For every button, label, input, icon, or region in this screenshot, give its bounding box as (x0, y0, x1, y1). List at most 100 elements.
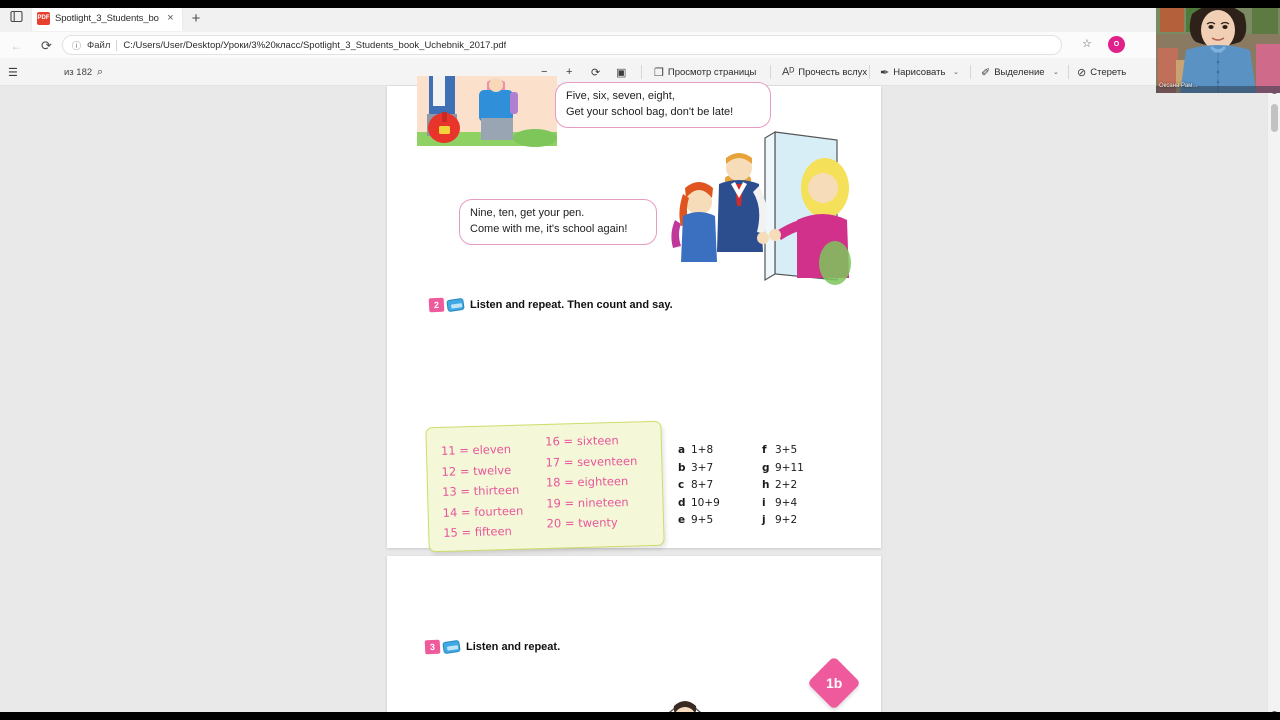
sum-letter: h (762, 479, 770, 492)
sum-value: 9+5 (691, 514, 714, 527)
sum-value: 2+2 (775, 479, 798, 492)
sum-row: i 9+4 (762, 495, 804, 513)
exercise-number: 2 (428, 297, 445, 313)
webcam-video-tile[interactable]: Оксана Рам... (1156, 0, 1280, 93)
divider (641, 65, 642, 79)
page-view-button[interactable]: ❐ Просмотр страницы (654, 62, 756, 82)
draw-options-button[interactable]: ⌄ (953, 62, 959, 82)
search-icon: ⌕ (97, 65, 104, 78)
toggle-sidebar-button[interactable]: ☰ (8, 62, 18, 82)
divider (116, 39, 118, 51)
page-view-icon: ❐ (654, 66, 664, 79)
address-bar[interactable]: ⓘ Файл C:/Users/User/Desktop/Уроки/3%20к… (62, 35, 1062, 55)
bubble-1-line-2: Get your school bag, don't be late! (566, 105, 734, 118)
exercise-2-header: 2 Listen and repeat. Then count and say. (428, 297, 673, 313)
fit-page-button[interactable]: ▣ (616, 62, 626, 82)
sums-column-right: f 3+5 g 9+11 h 2+2 i 9+4 j 9+2 (762, 442, 804, 530)
numbers-column-right: 16 = sixteen 17 = seventeen 18 = eightee… (545, 430, 639, 534)
number-word: 11 = eleven (440, 441, 512, 458)
highlight-label: Выделение (994, 66, 1045, 78)
rotate-button[interactable]: ⟳ (591, 62, 600, 82)
speech-bubble-2: Nine, ten, get your pen. Come with me, i… (459, 199, 657, 245)
navigation-bar: ← ⟳ ⓘ Файл C:/Users/User/Desktop/Уроки/3… (0, 32, 1280, 58)
sum-row: b 3+7 (678, 460, 720, 478)
number-word: 17 = seventeen (545, 453, 638, 469)
profile-avatar[interactable]: O (1108, 36, 1125, 53)
vertical-scrollbar[interactable]: ▲ ▼ (1267, 86, 1280, 720)
exercise-number: 3 (424, 639, 441, 655)
pdf-viewer[interactable]: Five, six, seven, eight, Get your school… (0, 76, 1280, 720)
zoom-in-button[interactable]: + (566, 62, 572, 82)
info-icon: ⓘ (72, 40, 82, 51)
number-word: 12 = twelve (441, 462, 512, 479)
sum-row: c 8+7 (678, 477, 720, 495)
read-aloud-label: Прочесть вслух (798, 66, 868, 78)
chevron-down-icon: ⌄ (1053, 69, 1059, 76)
read-aloud-icon: Aᴰ (782, 66, 795, 78)
draw-label: Нарисовать (893, 66, 946, 78)
sum-row: e 9+5 (678, 512, 720, 530)
sum-letter: c (678, 479, 685, 492)
bubble-2-line-1: Nine, ten, get your pen. (470, 207, 585, 219)
sum-value: 9+2 (775, 514, 798, 527)
scrollbar-thumb[interactable] (1271, 104, 1278, 132)
back-icon[interactable]: ← (8, 37, 25, 54)
sum-value: 8+7 (691, 479, 714, 492)
sum-row: g 9+11 (762, 460, 804, 478)
new-tab-button[interactable]: + (186, 8, 206, 28)
highlight-options-button[interactable]: ⌄ (1053, 62, 1059, 82)
tab-collection-icon[interactable] (6, 7, 26, 25)
number-word: 14 = fourteen (442, 503, 524, 520)
sum-row: f 3+5 (762, 442, 804, 460)
audio-cassette-icon (442, 639, 461, 655)
sum-letter: b (678, 461, 686, 474)
close-icon[interactable]: × (164, 12, 177, 24)
sum-value: 3+7 (691, 461, 714, 474)
sum-letter: e (678, 514, 686, 527)
sum-row: a 1+8 (678, 442, 720, 460)
sum-letter: i (762, 496, 766, 509)
highlight-button[interactable]: ✐ Выделение (981, 62, 1045, 82)
browser-chrome: PDF Spotlight_3_Students_book_Uch × + ← … (0, 0, 1280, 138)
sum-letter: g (762, 461, 770, 474)
sum-letter: d (678, 496, 686, 509)
letterbox-top (0, 0, 1280, 8)
erase-button[interactable]: ⊘ Стереть (1077, 62, 1126, 82)
favorites-star-icon[interactable]: ☆ (1082, 37, 1092, 50)
pdf-file-icon: PDF (37, 11, 50, 25)
sum-value: 9+4 (775, 496, 798, 509)
page-view-label: Просмотр страницы (667, 66, 757, 78)
url-text: C:/Users/User/Desktop/Уроки/3%20класс/Sp… (123, 39, 507, 51)
browser-tab[interactable]: PDF Spotlight_3_Students_book_Uch × (32, 5, 182, 31)
illustration-doorway (671, 130, 851, 285)
pen-icon: ✒ (880, 66, 890, 79)
exercise-2-title: Listen and repeat. Then count and say. (470, 299, 673, 311)
sidebar-icon: ☰ (8, 66, 18, 79)
file-scheme-label: Файл (87, 39, 111, 51)
divider (1068, 65, 1069, 79)
exercise-3-title: Listen and repeat. (466, 641, 561, 653)
number-word: 19 = nineteen (546, 494, 629, 510)
sum-value: 9+11 (775, 461, 804, 474)
sum-row: j 9+2 (762, 512, 804, 530)
sum-letter: j (762, 514, 766, 527)
number-word: 13 = thirteen (441, 482, 520, 499)
letterbox-bottom (0, 712, 1280, 720)
webcam-frame (1156, 0, 1280, 93)
browser-window: PDF Spotlight_3_Students_book_Uch × + ← … (0, 0, 1280, 720)
search-button[interactable]: ⌕ (97, 62, 103, 82)
divider (869, 65, 870, 79)
reload-icon[interactable]: ⟳ (38, 37, 55, 54)
bubble-2-line-2: Come with me, it's school again! (470, 222, 628, 235)
illustration-schoolkids (417, 76, 557, 147)
sum-value: 3+5 (775, 444, 798, 456)
sum-row: d 10+9 (678, 495, 720, 513)
sum-value: 1+8 (691, 444, 714, 456)
speech-bubble-1: Five, six, seven, eight, Get your school… (555, 82, 771, 128)
erase-label: Стереть (1090, 66, 1127, 78)
read-aloud-button[interactable]: Aᴰ Прочесть вслух (782, 62, 867, 82)
sum-letter: f (762, 444, 767, 456)
draw-button[interactable]: ✒ Нарисовать (880, 62, 945, 82)
bubble-1-line-1: Five, six, seven, eight, (566, 90, 675, 102)
highlighter-icon: ✐ (981, 66, 991, 79)
